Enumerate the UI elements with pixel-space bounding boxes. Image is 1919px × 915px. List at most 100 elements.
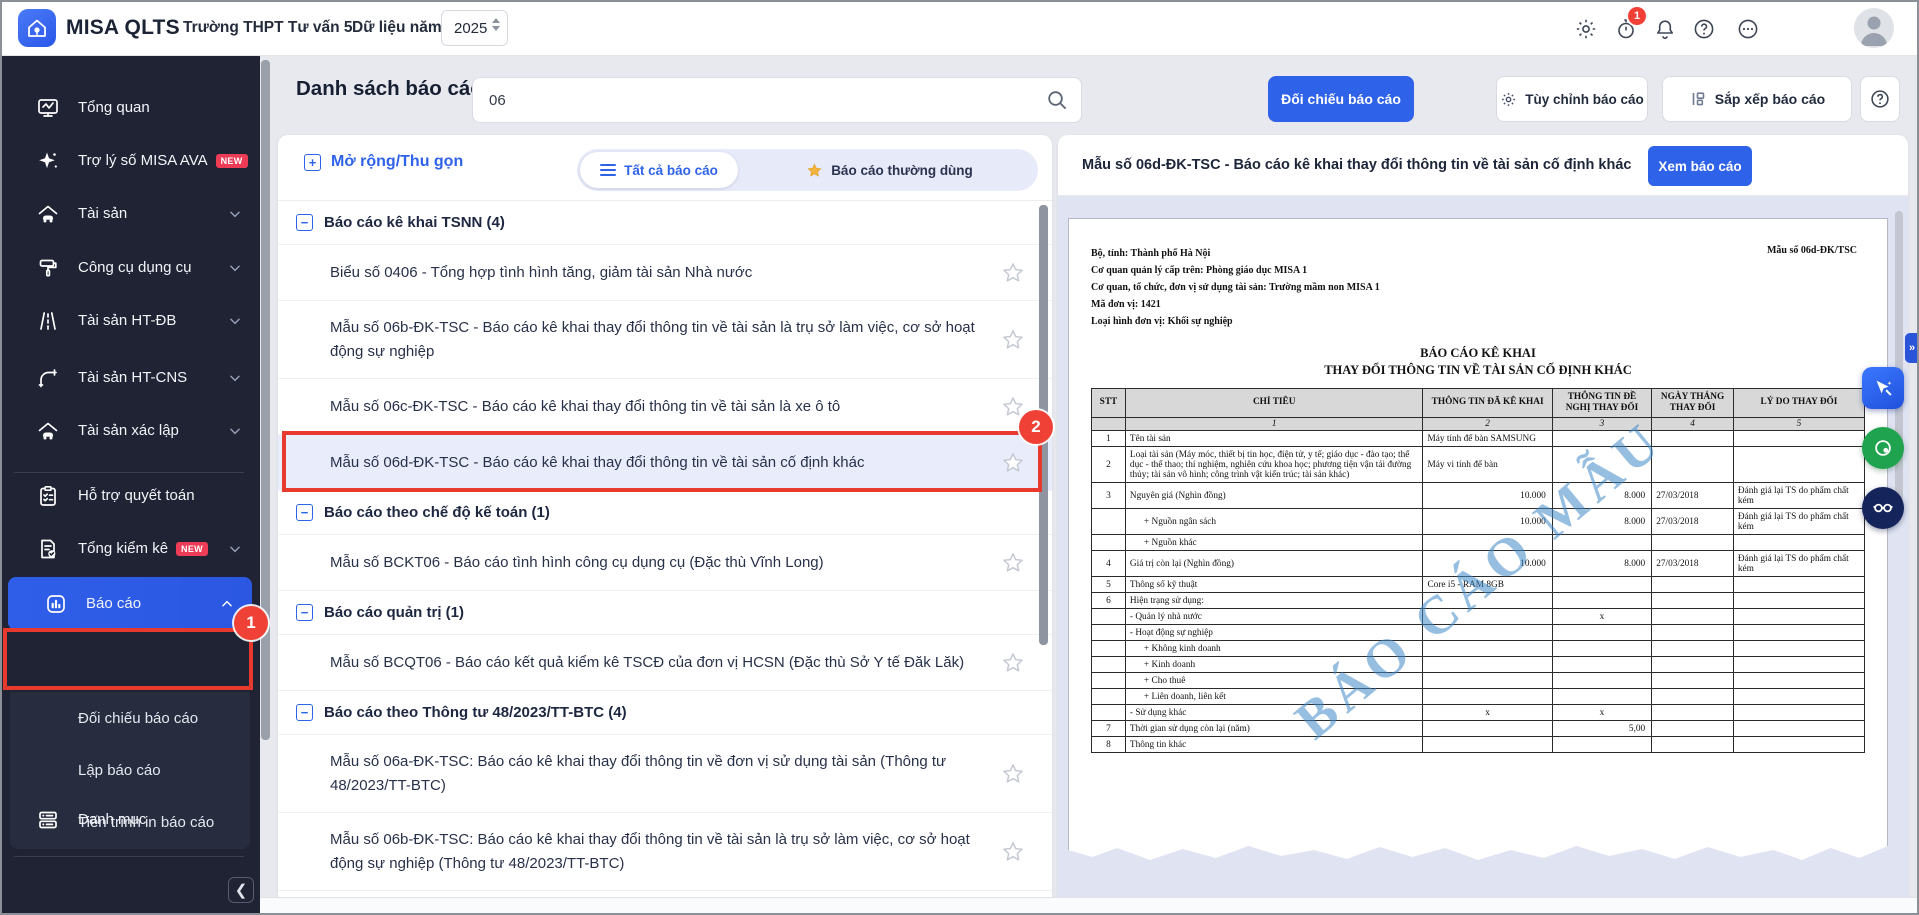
table-row: 4 Giá trị còn lại (Nghìn đồng) 10.000 8.000… (1092, 551, 1865, 577)
table-column-header: LÝ DO THAY ĐỔI (1733, 389, 1864, 418)
report-group-title: Báo cáo kê khai TSNN (4) (324, 214, 505, 231)
cell-value (1652, 689, 1734, 705)
search-input[interactable] (473, 78, 1033, 122)
search-icon[interactable] (1045, 88, 1069, 112)
collapse-group-icon[interactable]: − (296, 704, 313, 721)
sidebar-subitem--i-chi-u-b-o-c-o[interactable]: Đối chiếu báo cáo (10, 692, 250, 744)
cell-value: 27/03/2018 (1652, 551, 1734, 577)
report-group-header[interactable]: − Báo cáo theo Thông tư 48/2023/TT-BTC (4… (278, 691, 1052, 735)
horizontal-scrollbar-track[interactable] (260, 897, 1919, 915)
sidebar-subitem-l-p-b-o-c-o[interactable]: Lập báo cáo (10, 744, 250, 796)
cell-value (1423, 625, 1552, 641)
collapse-group-icon[interactable]: − (296, 504, 313, 521)
tab-frequent-reports[interactable]: Báo cáo thường dùng (744, 152, 1035, 188)
cell-value (1652, 609, 1734, 625)
cell-value: 27/03/2018 (1652, 483, 1734, 509)
sidebar-item-c-ng-c-d-ng-c-[interactable]: Công cụ dụng cụ (0, 241, 260, 294)
remote-support-button[interactable] (1862, 427, 1904, 469)
sidebar-divider (14, 856, 244, 857)
sidebar-item-tr-l-s-misa-ava[interactable]: Trợ lý số MISA AVA NEW (0, 134, 260, 187)
expand-collapse-link[interactable]: + Mở rộng/Thu gọn (304, 153, 463, 171)
sidebar-collapse-button[interactable]: ❮ (228, 877, 254, 903)
table-row: 1 Tên tài sản Máy tính để bàn SAMSUNG (1092, 431, 1865, 447)
tab-all-reports[interactable]: Tất cả báo cáo (580, 152, 738, 188)
table-column-header: NGÀY THÁNG THAY ĐỔI (1652, 389, 1734, 418)
avatar[interactable] (1854, 8, 1894, 48)
sort-report-button[interactable]: Sắp xếp báo cáo (1662, 76, 1852, 122)
cell-label: Loại tài sản (Máy móc, thiết bị tin học,… (1125, 447, 1423, 483)
help-button[interactable] (1860, 76, 1900, 122)
report-item-label: Mẫu số 06a-ĐK-TSC: Báo cáo kê khai thay … (330, 753, 947, 794)
report-group-header[interactable]: − Báo cáo kê khai TSNN (4) (278, 201, 1052, 245)
cell-label: Thời gian sử dụng còn lại (năm) (1125, 721, 1423, 737)
misa-logo-icon[interactable] (18, 9, 56, 47)
view-report-button[interactable]: Xem báo cáo (1648, 146, 1752, 186)
customize-report-button[interactable]: Tùy chỉnh báo cáo (1496, 76, 1648, 122)
sidebar-item-t-i-s-n-ht-cns[interactable]: Tài sản HT-CNS (0, 351, 260, 404)
report-list-item[interactable]: Mẫu số 06b-ĐK-TSC: Báo cáo kê khai thay … (278, 813, 1052, 891)
report-list-item[interactable]: Mẫu số 06c-ĐK-TSC - Báo cáo kê khai thay… (278, 379, 1052, 435)
cell-stt (1092, 609, 1126, 625)
favorite-star-icon[interactable] (1000, 550, 1026, 576)
table-column-number: 3 (1552, 418, 1651, 431)
timer-icon[interactable]: 1 (1614, 7, 1646, 41)
report-list-item[interactable]: Mẫu số 06a-ĐK-TSC: Báo cáo kê khai thay … (278, 735, 1052, 813)
cell-label: Tên tài sản (1125, 431, 1423, 447)
misa-ava-button[interactable] (1862, 367, 1904, 409)
favorite-star-icon[interactable] (1000, 260, 1026, 286)
favorite-star-icon[interactable] (1000, 839, 1026, 865)
sidebar-item-t-i-s-n-x-c-l-p[interactable]: Tài sản xác lập (0, 404, 260, 457)
table-row: 7 Thời gian sử dụng còn lại (năm) 5,00 (1092, 721, 1865, 737)
report-list-item[interactable]: Mẫu số 06b-ĐK-TSC - Báo cáo kê khai thay… (278, 301, 1052, 379)
report-item-label: Biểu số 0406 - Tổng hợp tình hình tăng, … (330, 263, 753, 281)
favorite-star-icon[interactable] (1000, 327, 1026, 353)
cell-value: Máy vi tính để bàn (1423, 447, 1552, 483)
sidebar-item-t-i-s-n-ht-b[interactable]: Tài sản HT-ĐB (0, 294, 260, 347)
cell-value (1733, 447, 1864, 483)
year-spinner[interactable] (492, 18, 500, 31)
report-list-item[interactable]: Mẫu số BCKT06 - Báo cáo tình hình công c… (278, 535, 1052, 591)
table-row: 6 Hiện trạng sử dụng: (1092, 593, 1865, 609)
sidebar-item-t-i-s-n[interactable]: Tài sản (0, 187, 260, 240)
report-group-header[interactable]: − Báo cáo quản trị (1) (278, 591, 1052, 635)
sidebar-item-danh-m-c[interactable]: Danh mục (0, 793, 260, 846)
sidebar-item-label: Hỗ trợ quyết toán (78, 487, 195, 504)
cell-value (1552, 431, 1651, 447)
more-icon[interactable] (1736, 17, 1760, 41)
report-list-item[interactable]: Mẫu số 06d-ĐK-TSC - Báo cáo kê khai thay… (278, 435, 1052, 491)
gear-icon[interactable] (1574, 17, 1598, 41)
collapse-panel-tab[interactable]: » (1905, 333, 1919, 363)
year-select[interactable]: 2025 (441, 10, 508, 46)
report-list-toolbar: + Mở rộng/Thu gọn Tất cả báo cáo Báo cáo… (278, 135, 1052, 200)
favorite-star-icon[interactable] (1000, 650, 1026, 676)
compare-report-button[interactable]: Đối chiếu báo cáo (1268, 76, 1414, 122)
sidebar-item-h-tr-quy-t-to-n[interactable]: Hỗ trợ quyết toán (0, 469, 260, 522)
help-icon[interactable] (1692, 17, 1716, 41)
sidebar-item-label: Danh mục (78, 811, 147, 828)
cell-stt: 2 (1092, 447, 1126, 483)
chevron-down-icon (228, 261, 242, 275)
cell-value (1733, 705, 1864, 721)
report-list-item[interactable]: Mẫu số BCQT06 - Báo cáo kết quả kiểm kê … (278, 635, 1052, 691)
organization-name[interactable]: Trường THPT Tư vấn 5 (183, 0, 353, 56)
sidebar-scrollbar[interactable] (261, 60, 270, 740)
favorite-star-icon[interactable] (1000, 761, 1026, 787)
report-item-label: Mẫu số 06b-ĐK-TSC: Báo cáo kê khai thay … (330, 831, 970, 872)
collapse-group-icon[interactable]: − (296, 604, 313, 621)
report-document-preview[interactable]: Bộ, tỉnh: Thành phố Hà Nội Cơ quan quản l… (1068, 218, 1888, 862)
cell-value (1652, 593, 1734, 609)
sidebar-item-t-ng-quan[interactable]: Tổng quan (0, 81, 260, 134)
cell-value (1652, 447, 1734, 483)
bell-icon[interactable] (1653, 17, 1677, 41)
report-list-item[interactable]: Biểu số 0406 - Tổng hợp tình hình tăng, … (278, 245, 1052, 301)
sidebar-item-b-o-c-o[interactable]: Báo cáo (8, 577, 252, 630)
report-item-label: Mẫu số BCQT06 - Báo cáo kết quả kiểm kê … (330, 653, 965, 671)
cell-value (1552, 737, 1651, 753)
chevron-down-icon (228, 314, 242, 328)
chatbot-button[interactable] (1862, 487, 1904, 529)
collapse-group-icon[interactable]: − (296, 214, 313, 231)
report-group-header[interactable]: − Báo cáo theo chế độ kế toán (1) (278, 491, 1052, 535)
favorite-star-icon[interactable] (1000, 450, 1026, 476)
sidebar-item-t-ng-ki-m-k-[interactable]: Tổng kiểm kê NEW (0, 522, 260, 575)
document-title-line2: THAY ĐỔI THÔNG TIN VỀ TÀI SẢN CỐ ĐỊNH KH… (1324, 363, 1632, 377)
